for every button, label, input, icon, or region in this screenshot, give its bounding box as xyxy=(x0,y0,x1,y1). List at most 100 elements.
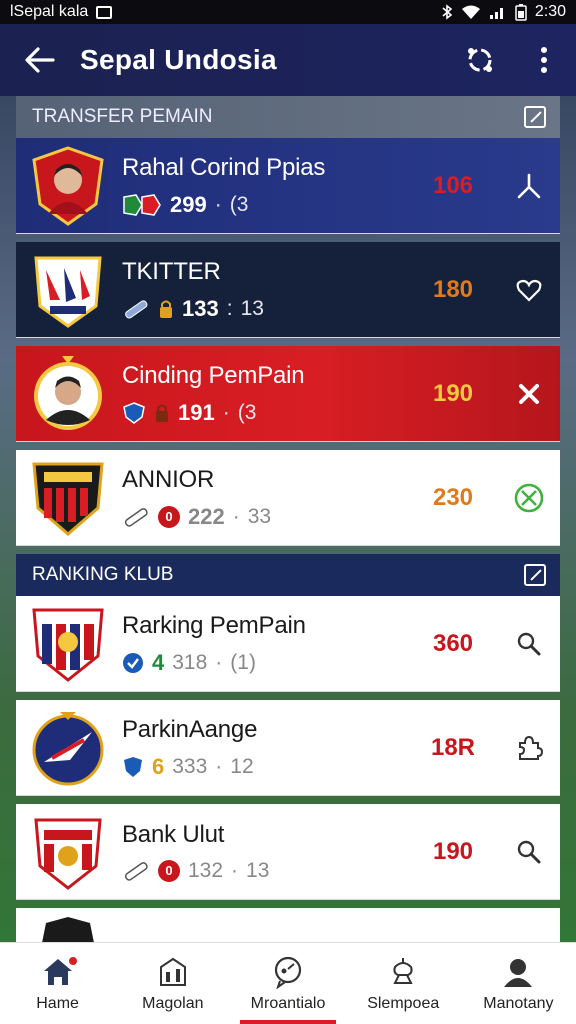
sync-button[interactable] xyxy=(448,24,512,96)
nav-magolan[interactable]: Magolan xyxy=(115,943,230,1024)
club-crest xyxy=(34,818,102,890)
club-crest xyxy=(32,462,104,536)
nav-label: Slempoea xyxy=(367,994,440,1012)
stat-main: 318 xyxy=(172,650,208,674)
transfer-section-header: TRANSFER PEMAIN xyxy=(16,96,560,138)
crest-container xyxy=(16,908,120,942)
nav-mroantialo[interactable]: Mroantialo xyxy=(230,943,345,1024)
stat-sub: (1) xyxy=(230,650,256,674)
rank-badge: 4 xyxy=(152,649,165,675)
more-vertical-icon xyxy=(541,47,547,73)
search-button[interactable] xyxy=(498,839,560,865)
card-value: 190 xyxy=(432,837,474,865)
status-bar: lSepal kala 2:30 xyxy=(0,0,576,24)
crest-container xyxy=(16,138,120,234)
notification-icon xyxy=(96,5,113,19)
confirm-button[interactable] xyxy=(498,483,560,513)
share-button[interactable] xyxy=(498,173,560,199)
share-icon xyxy=(517,173,541,198)
remove-button[interactable] xyxy=(498,382,560,406)
page-title: Sepal Undosia xyxy=(80,44,277,75)
ranking-card[interactable]: Bank Ulut 0 132 · 13 190 xyxy=(16,804,560,900)
crest-container xyxy=(16,242,120,338)
stat-main: 299 xyxy=(170,191,207,217)
player-avatar xyxy=(34,355,102,430)
chat-icon xyxy=(274,956,302,989)
stat-separator: · xyxy=(215,754,223,778)
stat-separator: · xyxy=(232,504,240,528)
syringe-icon xyxy=(124,507,148,527)
club-name: ANNIOR xyxy=(122,465,215,493)
rank-badge: 6 xyxy=(152,753,165,779)
status-badge: 0 xyxy=(158,505,180,528)
trophy-icon xyxy=(393,957,413,984)
card-stats: 6 333 · 12 xyxy=(122,754,408,780)
flag-icon xyxy=(123,193,161,216)
lock-icon xyxy=(160,300,172,318)
stat-sub: 13 xyxy=(246,858,270,882)
club-name: TKITTER xyxy=(122,257,221,285)
club-name: Bank Ulut xyxy=(122,820,225,848)
arrow-left-icon xyxy=(25,47,55,73)
app-bar: Sepal Undosia xyxy=(0,24,576,96)
favorite-button[interactable] xyxy=(498,278,560,302)
card-stats: 4 318 · (1) xyxy=(122,650,408,676)
nav-slempoea[interactable]: Slempoea xyxy=(346,943,461,1024)
check-circle-icon xyxy=(514,483,544,512)
edit-icon[interactable] xyxy=(524,564,546,586)
card-body: Rarking PemPain 4 318 · (1) xyxy=(120,612,408,676)
stat-separator: · xyxy=(215,650,223,674)
edit-icon[interactable] xyxy=(524,106,546,128)
signal-icon xyxy=(489,8,503,19)
more-menu-button[interactable] xyxy=(512,24,576,96)
stat-separator: · xyxy=(214,192,222,216)
syringe-icon xyxy=(125,299,148,318)
crest-container xyxy=(16,346,120,442)
nav-label: Manotany xyxy=(483,994,554,1012)
transfer-card[interactable]: TKITTER 133 : 13 180 xyxy=(16,242,560,338)
player-name: Cinding PemPain xyxy=(122,361,305,389)
transfer-card[interactable]: Cinding PemPain 191 · (3 190 xyxy=(16,346,560,442)
bottom-navigation: Hame Magolan Mroantialo Slempoea Manotan… xyxy=(0,942,576,1024)
card-body: TKITTER 133 : 13 xyxy=(120,258,408,322)
wifi-icon xyxy=(461,5,480,19)
card-stats: 191 · (3 xyxy=(122,400,408,426)
card-body: ParkinAange 6 333 · 12 xyxy=(120,716,408,780)
nav-manotany[interactable]: Manotany xyxy=(461,943,576,1024)
syringe-icon xyxy=(124,861,148,881)
card-value: 18R xyxy=(430,733,476,761)
puzzle-icon xyxy=(519,735,543,760)
club-crest xyxy=(32,711,104,785)
search-icon xyxy=(517,840,541,863)
stat-main: 133 xyxy=(182,295,219,321)
stat-sub: (3 xyxy=(229,192,249,216)
ranking-card[interactable]: ParkinAange 6 333 · 12 18R xyxy=(16,700,560,796)
status-time: 2:30 xyxy=(534,3,566,20)
club-name: ParkinAange xyxy=(122,715,258,743)
nav-home[interactable]: Hame xyxy=(0,943,115,1024)
stat-separator: · xyxy=(222,400,230,424)
ranking-card[interactable]: Rarking PemPain 4 318 · (1) 360 xyxy=(16,596,560,692)
notification-dot xyxy=(69,957,78,965)
card-body: ANNIOR 0 222 · 33 xyxy=(120,466,408,530)
ranking-section-title: RANKING KLUB xyxy=(32,564,174,585)
search-button[interactable] xyxy=(498,631,560,657)
player-avatar xyxy=(32,145,104,226)
club-name: Rarking PemPain xyxy=(122,611,306,639)
back-button[interactable] xyxy=(0,24,80,96)
compare-button[interactable] xyxy=(498,734,560,762)
club-crest xyxy=(34,256,102,328)
crest-container xyxy=(16,700,120,796)
close-icon xyxy=(519,383,539,404)
card-stats: 0 132 · 13 xyxy=(122,859,408,883)
card-body: Bank Ulut 0 132 · 13 xyxy=(120,821,408,883)
shield-icon xyxy=(123,401,145,424)
transfer-card[interactable]: Rahal Corind Ppias 299 · (3 106 xyxy=(16,138,560,234)
card-stats: 0 222 · 33 xyxy=(122,504,408,530)
battery-icon xyxy=(515,4,527,21)
transfer-card[interactable]: ANNIOR 0 222 · 33 230 xyxy=(16,450,560,546)
content-area[interactable]: TRANSFER PEMAIN Rahal Corind Ppias 299 ·… xyxy=(16,96,560,942)
stat-separator: · xyxy=(231,858,239,882)
ranking-card-partial[interactable] xyxy=(16,908,560,942)
stat-main: 132 xyxy=(188,858,224,882)
